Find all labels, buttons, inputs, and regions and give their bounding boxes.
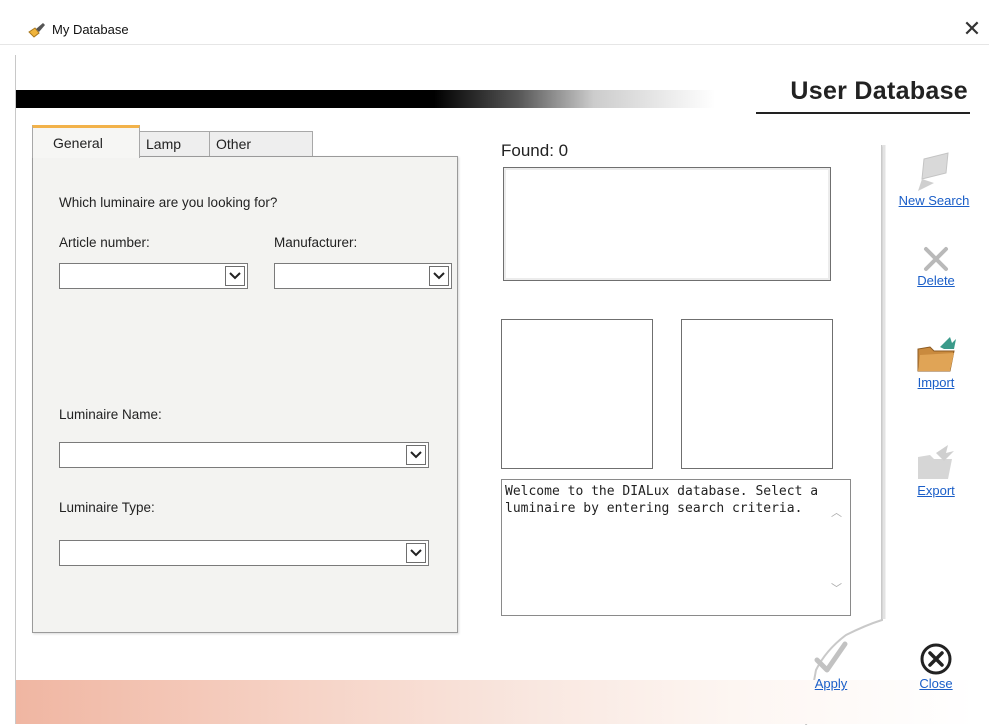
folder-arrow-icon — [917, 337, 956, 372]
import-link[interactable]: Import — [901, 375, 971, 390]
title-bar: My Database ✕ — [0, 0, 989, 45]
scroll-up-icon[interactable]: ︿ — [831, 504, 842, 520]
apply-link[interactable]: Apply — [801, 676, 861, 691]
folder-out-icon — [918, 445, 954, 479]
article-number-select[interactable] — [59, 263, 248, 289]
results-list[interactable] — [503, 167, 831, 281]
dialog-frame: User Database General Lamp Other Which l… — [15, 55, 989, 725]
preview-image-2 — [681, 319, 833, 469]
window-close-button[interactable]: ✕ — [957, 14, 987, 44]
export-button[interactable]: Export — [901, 443, 971, 498]
tab-general[interactable]: General — [32, 125, 140, 158]
manufacturer-select[interactable] — [274, 263, 452, 289]
tab-lamp[interactable]: Lamp — [139, 131, 210, 157]
luminaire-name-select[interactable] — [59, 442, 429, 468]
page-icon — [918, 152, 949, 191]
delete-link[interactable]: Delete — [901, 273, 971, 288]
chevron-down-icon[interactable] — [429, 266, 449, 286]
manufacturer-label: Manufacturer: — [274, 235, 358, 250]
new-search-button[interactable]: New Search — [884, 151, 984, 208]
header-underline — [756, 112, 970, 114]
chevron-down-icon[interactable] — [406, 543, 426, 563]
new-search-link[interactable]: New Search — [884, 193, 984, 208]
luminaire-type-select[interactable] — [59, 540, 429, 566]
found-count: Found: 0 — [501, 141, 569, 160]
flashlight-icon — [28, 23, 45, 38]
luminaire-name-label: Luminaire Name: — [59, 407, 162, 422]
luminaire-type-label: Luminaire Type: — [59, 500, 155, 515]
scroll-down-icon[interactable]: ﹀ — [831, 580, 842, 596]
search-question: Which luminaire are you looking for? — [59, 195, 278, 210]
checkmark-icon — [814, 641, 848, 673]
import-button[interactable]: Import — [901, 333, 971, 390]
close-link[interactable]: Close — [906, 676, 966, 691]
header-title: User Database — [790, 77, 968, 105]
message-box[interactable]: Welcome to the DIALux database. Select a… — [501, 479, 851, 616]
export-link[interactable]: Export — [901, 483, 971, 498]
x-icon — [924, 247, 948, 271]
general-panel: Which luminaire are you looking for? Art… — [32, 156, 458, 633]
chevron-down-icon[interactable] — [225, 266, 245, 286]
chevron-down-icon[interactable] — [406, 445, 426, 465]
apply-button[interactable]: Apply — [801, 640, 861, 691]
preview-image-1 — [501, 319, 653, 469]
close-button[interactable]: Close — [906, 642, 966, 691]
tab-other[interactable]: Other — [209, 131, 313, 157]
circle-x-icon — [920, 643, 952, 675]
window-title: My Database — [52, 22, 129, 37]
message-text: Welcome to the DIALux database. Select a… — [505, 484, 826, 516]
article-number-label: Article number: — [59, 235, 150, 250]
delete-button[interactable]: Delete — [901, 245, 971, 288]
header-gradient-band — [16, 90, 776, 108]
